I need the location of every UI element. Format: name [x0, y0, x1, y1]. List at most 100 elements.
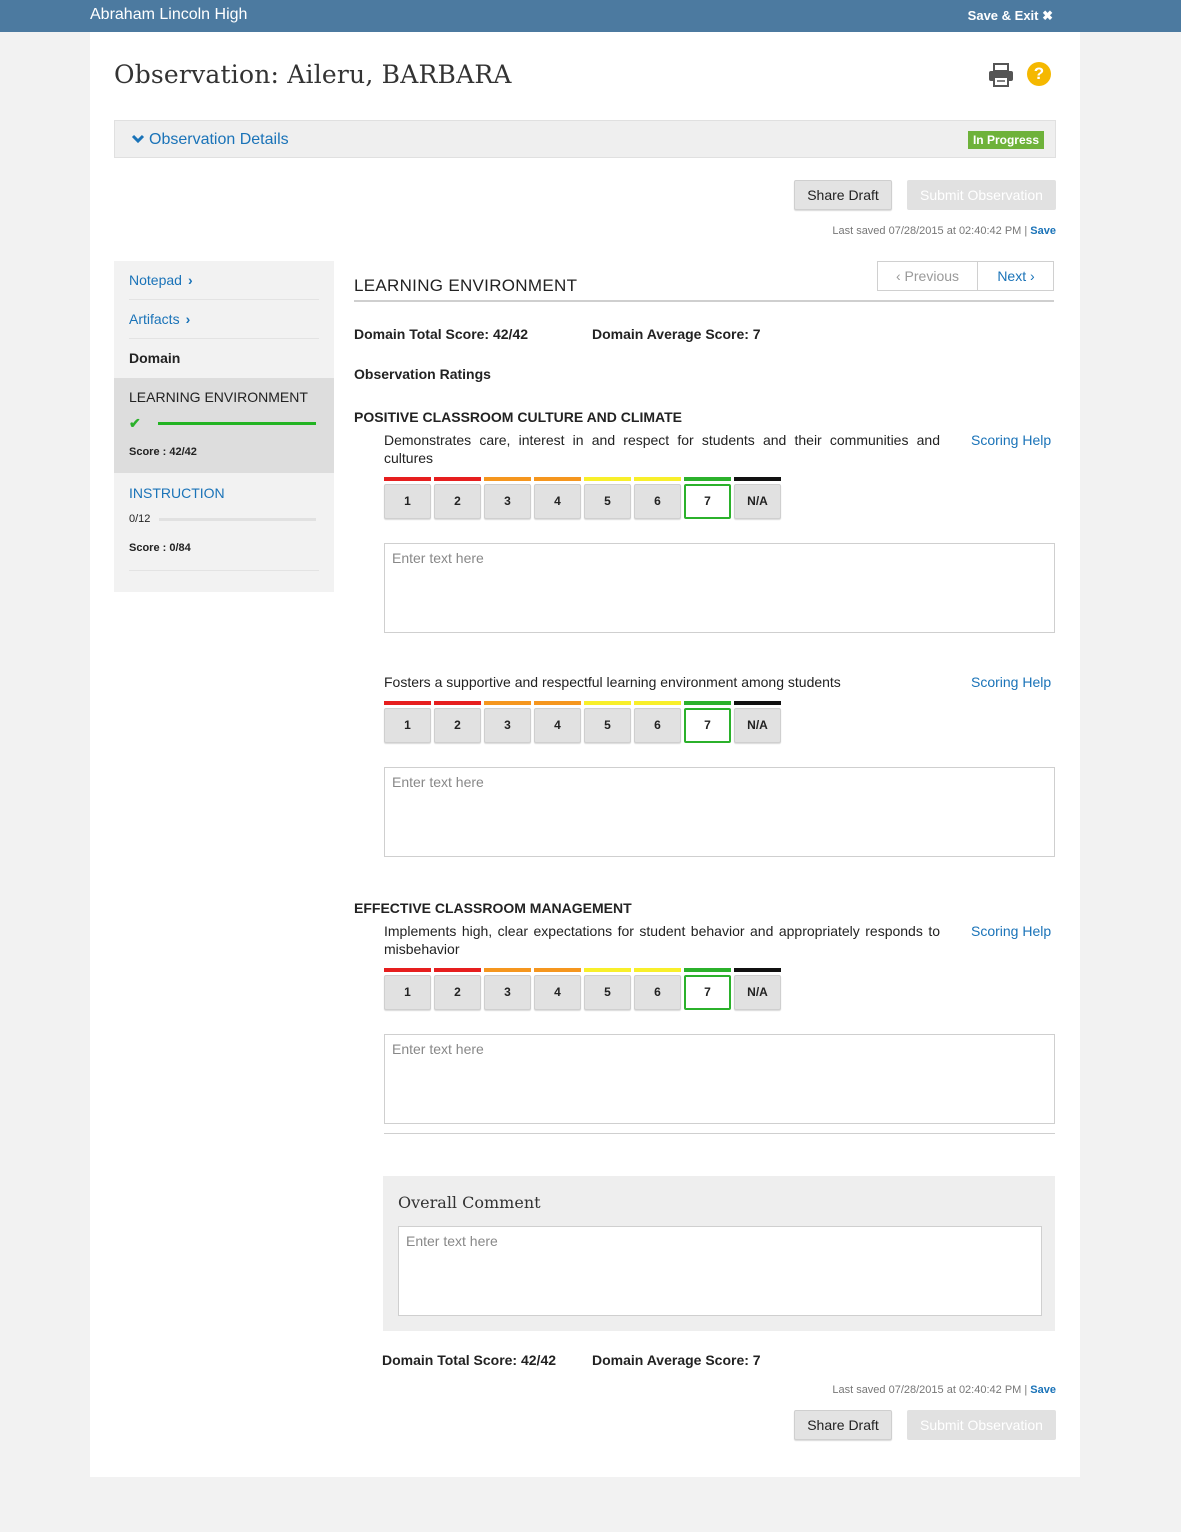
rating-option-6[interactable]: 6: [634, 701, 681, 743]
rating-button[interactable]: 1: [384, 975, 431, 1010]
rating-color-stripe: [534, 701, 581, 705]
rating-color-stripe: [384, 701, 431, 705]
divider: [129, 570, 319, 571]
criterion-comment-input[interactable]: [384, 1034, 1055, 1124]
rating-button[interactable]: 7: [684, 708, 731, 743]
rating-option-4[interactable]: 4: [534, 968, 581, 1010]
top-bar: Abraham Lincoln High Save & Exit ✖: [0, 0, 1181, 32]
rating-button[interactable]: 7: [684, 975, 731, 1010]
scoring-help-link[interactable]: Scoring Help: [971, 432, 1051, 448]
save-exit-button[interactable]: Save & Exit ✖: [968, 8, 1053, 24]
rating-button[interactable]: 4: [534, 708, 581, 743]
rating-option-7[interactable]: 7: [684, 701, 731, 743]
rating-color-stripe: [684, 477, 731, 481]
rating-option-6[interactable]: 6: [634, 968, 681, 1010]
chevron-left-icon: ‹: [895, 268, 905, 284]
pager: ‹ Previous Next ›: [877, 261, 1054, 291]
rating-button[interactable]: 2: [434, 484, 481, 519]
help-icon[interactable]: ?: [1027, 62, 1051, 86]
criterion-text: Fosters a supportive and respectful lear…: [384, 674, 841, 690]
divider: [129, 338, 319, 339]
save-link[interactable]: Save: [1030, 1384, 1056, 1396]
scoring-help-link[interactable]: Scoring Help: [971, 674, 1051, 690]
scoring-help-link[interactable]: Scoring Help: [971, 923, 1051, 939]
sidebar-item-notepad[interactable]: Notepad ›: [129, 272, 193, 288]
rating-option-1[interactable]: 1: [384, 701, 431, 743]
rating-option-3[interactable]: 3: [484, 968, 531, 1010]
rating-option-na[interactable]: N/A: [734, 968, 781, 1010]
criterion-comment-input[interactable]: [384, 767, 1055, 857]
sidebar-item-instruction[interactable]: INSTRUCTION: [129, 485, 225, 501]
rating-option-4[interactable]: 4: [534, 477, 581, 519]
rating-button[interactable]: 3: [484, 708, 531, 743]
divider: [354, 300, 1054, 302]
rating-option-1[interactable]: 1: [384, 968, 431, 1010]
share-draft-button[interactable]: Share Draft: [794, 180, 892, 210]
submit-observation-button[interactable]: Submit Observation: [907, 1410, 1056, 1440]
rating-button[interactable]: 3: [484, 975, 531, 1010]
previous-button[interactable]: ‹ Previous: [878, 262, 978, 290]
overall-comment-input[interactable]: [398, 1226, 1042, 1316]
rating-option-6[interactable]: 6: [634, 477, 681, 519]
save-link[interactable]: Save: [1030, 225, 1056, 237]
check-icon: ✔: [129, 415, 141, 431]
divider: [384, 1133, 1055, 1135]
rating-button[interactable]: 6: [634, 484, 681, 519]
chevron-down-icon: [131, 134, 145, 144]
rating-button[interactable]: N/A: [734, 484, 781, 519]
rating-option-5[interactable]: 5: [584, 701, 631, 743]
rating-option-7[interactable]: 7: [684, 477, 731, 519]
rating-button[interactable]: 5: [584, 708, 631, 743]
rating-color-stripe: [734, 477, 781, 481]
submit-observation-button[interactable]: Submit Observation: [907, 180, 1056, 210]
rating-option-5[interactable]: 5: [584, 477, 631, 519]
rating-option-4[interactable]: 4: [534, 701, 581, 743]
rating-button[interactable]: 1: [384, 484, 431, 519]
domain-average-score: Domain Average Score: 7: [592, 326, 761, 342]
rating-button[interactable]: 1: [384, 708, 431, 743]
rating-button[interactable]: 6: [634, 708, 681, 743]
rating-button[interactable]: 7: [684, 484, 731, 519]
rating-button[interactable]: 4: [534, 484, 581, 519]
rating-button[interactable]: 3: [484, 484, 531, 519]
domain-score: Score : 42/42: [129, 446, 197, 458]
rating-option-3[interactable]: 3: [484, 701, 531, 743]
criterion-comment-input[interactable]: [384, 543, 1055, 633]
rating-color-stripe: [634, 477, 681, 481]
sidebar-item-artifacts[interactable]: Artifacts ›: [129, 311, 190, 327]
rating-button[interactable]: N/A: [734, 708, 781, 743]
divider: [129, 299, 319, 300]
rating-button[interactable]: N/A: [734, 975, 781, 1010]
next-button[interactable]: Next ›: [978, 262, 1054, 290]
rating-color-stripe: [384, 477, 431, 481]
rating-option-na[interactable]: N/A: [734, 701, 781, 743]
school-name: Abraham Lincoln High: [90, 6, 248, 23]
rating-color-stripe: [434, 477, 481, 481]
rating-option-2[interactable]: 2: [434, 477, 481, 519]
rating-button[interactable]: 2: [434, 708, 481, 743]
rating-button[interactable]: 5: [584, 484, 631, 519]
rating-button[interactable]: 2: [434, 975, 481, 1010]
last-saved-text: Last saved 07/28/2015 at 02:40:42 PM | S…: [832, 225, 1056, 237]
rating-button[interactable]: 4: [534, 975, 581, 1010]
rating-option-1[interactable]: 1: [384, 477, 431, 519]
rating-option-2[interactable]: 2: [434, 701, 481, 743]
rating-color-stripe: [484, 477, 531, 481]
sidebar-item-learning-environment[interactable]: LEARNING ENVIRONMENT ✔ Score : 42/42: [114, 378, 334, 473]
rating-button[interactable]: 6: [634, 975, 681, 1010]
rating-option-5[interactable]: 5: [584, 968, 631, 1010]
rating-option-3[interactable]: 3: [484, 477, 531, 519]
observation-details-bar[interactable]: Observation Details In Progress: [114, 120, 1056, 158]
print-icon[interactable]: [988, 63, 1014, 87]
domain-total-score: Domain Total Score: 42/42: [382, 1352, 557, 1368]
overall-comment-panel: Overall Comment: [383, 1176, 1055, 1331]
share-draft-button[interactable]: Share Draft: [794, 1410, 892, 1440]
rating-option-2[interactable]: 2: [434, 968, 481, 1010]
rating-color-stripe: [734, 701, 781, 705]
domain-name: LEARNING ENVIRONMENT: [129, 389, 308, 405]
last-saved-text: Last saved 07/28/2015 at 02:40:42 PM | S…: [832, 1384, 1056, 1396]
rating-option-7[interactable]: 7: [684, 968, 731, 1010]
rating-button[interactable]: 5: [584, 975, 631, 1010]
domain-total-score: Domain Total Score: 42/42: [354, 326, 529, 342]
rating-option-na[interactable]: N/A: [734, 477, 781, 519]
